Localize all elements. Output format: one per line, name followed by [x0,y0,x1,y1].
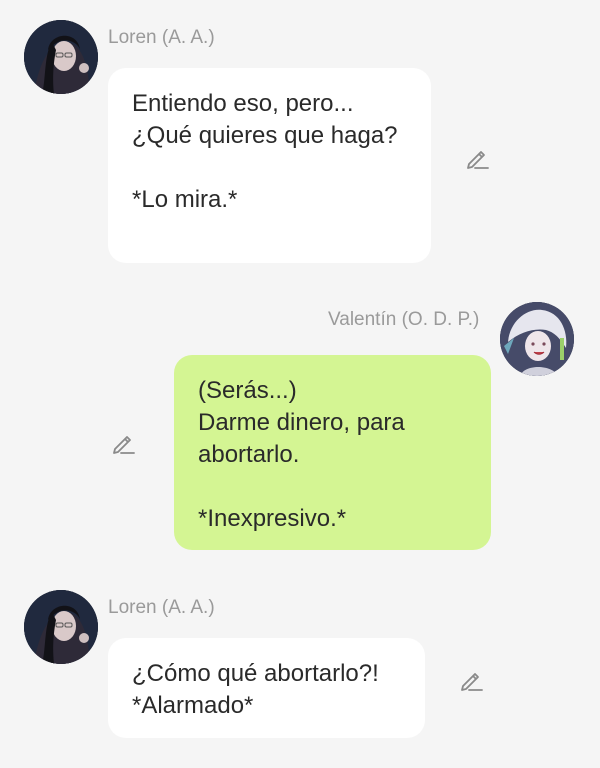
avatar-loren[interactable] [24,590,98,664]
avatar-valentin[interactable] [500,302,574,376]
sender-name: Loren (A. A.) [108,27,215,48]
avatar-loren[interactable] [24,20,98,94]
sender-name: Valentín (O. D. P.) [328,309,480,330]
avatar-image [24,590,98,664]
message-bubble[interactable]: (Serás...) Darme dinero, para abortarlo.… [174,355,491,550]
pencil-icon[interactable] [108,428,138,458]
pencil-icon[interactable] [462,143,492,173]
message-bubble[interactable]: Entiendo eso, pero... ¿Qué quieres que h… [108,68,431,263]
avatar-image [500,302,574,376]
pencil-icon[interactable] [456,665,486,695]
avatar-image [24,20,98,94]
message-bubble[interactable]: ¿Cómo qué abortarlo?! *Alarmado* [108,638,425,738]
sender-name: Loren (A. A.) [108,597,215,618]
